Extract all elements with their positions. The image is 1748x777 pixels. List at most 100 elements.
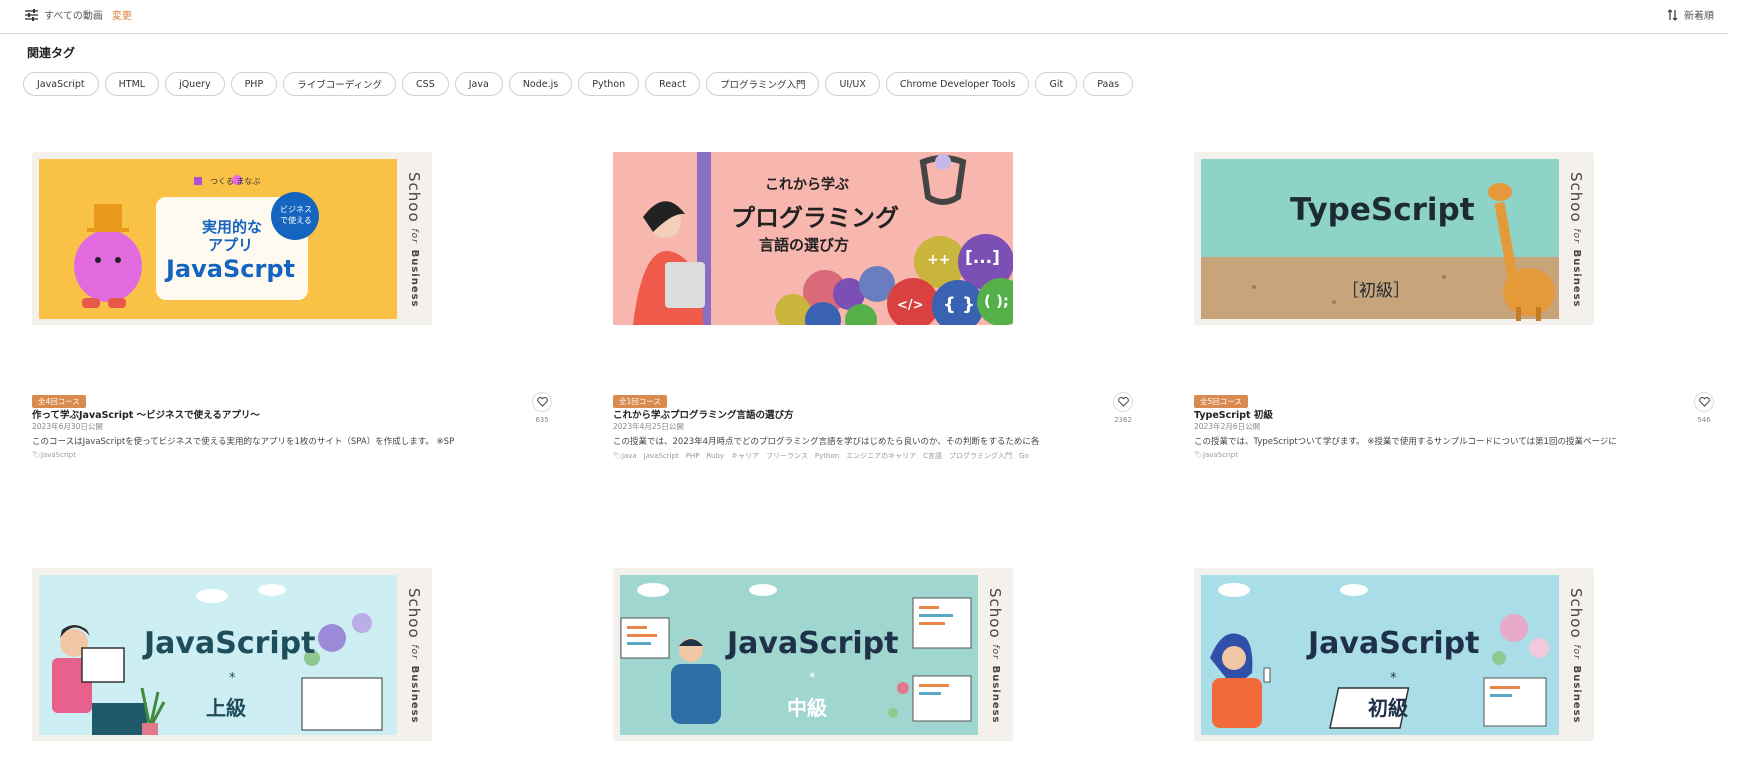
thumbnail-line: JavaScrpt: [166, 255, 295, 283]
sort-control[interactable]: 新着順: [1667, 7, 1714, 22]
thumbnail-line: ［初級］: [1342, 281, 1410, 301]
course-card[interactable]: JavaScript * 中級 Schoo for Business: [613, 568, 1153, 743]
course-date: 2023年4月25日公開: [613, 422, 684, 431]
bubble-text: ビジネス: [280, 205, 312, 214]
tag-chip[interactable]: React: [645, 72, 700, 96]
code-bubble: [...]: [965, 248, 1000, 268]
schoo-for: for: [990, 644, 1000, 660]
tag-chip[interactable]: PHP: [230, 72, 278, 96]
schoo-logo: Schoo for Business: [986, 588, 1004, 724]
like-count: 2362: [1114, 416, 1132, 424]
course-card[interactable]: JavaScript * 初級 Schoo for Business: [1194, 568, 1734, 743]
sort-icon: [1667, 8, 1678, 21]
course-description: この授業では、2023年4月時点でどのプログラミング言語を学びはじめたら良いのか…: [613, 437, 1040, 447]
thumbnail-line: これから学ぶ: [765, 177, 849, 193]
like-button[interactable]: [532, 392, 552, 412]
schoo-wordmark: Schoo: [405, 172, 423, 223]
course-card[interactable]: JavaScript * 上級 Schoo for Business: [32, 568, 572, 743]
course-thumbnail[interactable]: これから学ぶ プログラミング 言語の選び方 ++ [...] </> { } (…: [613, 152, 1013, 325]
tag-chip[interactable]: Chrome Developer Tools: [885, 72, 1030, 96]
like-button[interactable]: [1694, 392, 1714, 412]
tag-chip[interactable]: JavaScript: [23, 72, 99, 96]
course-thumbnail[interactable]: つくる まなぶ 実用的な アプリ JavaScrpt ビジネス で使える Sch…: [32, 152, 432, 325]
tag-chip[interactable]: Python: [578, 72, 640, 96]
schoo-business: Business: [1571, 665, 1582, 724]
code-bubble: { }: [943, 294, 975, 315]
heart-icon: [536, 397, 548, 407]
thumbnail-line: 中級: [787, 696, 827, 720]
filter-label: すべての動画: [44, 11, 103, 22]
course-card[interactable]: TypeScript ［初級］ Schoo for Business 全5回コー…: [1194, 152, 1734, 472]
schoo-logo: Schoo for Business: [405, 172, 423, 308]
course-thumbnail[interactable]: JavaScript * 中級 Schoo for Business: [613, 568, 1013, 741]
tag-chip[interactable]: UI/UX: [825, 72, 880, 96]
thumbnail-line: JavaScript: [1308, 626, 1480, 661]
thumbnail-line: JavaScript: [144, 626, 316, 661]
heart-icon: [1117, 397, 1129, 407]
course-thumbnail[interactable]: JavaScript * 初級 Schoo for Business: [1194, 568, 1594, 741]
schoo-logo: Schoo for Business: [1567, 172, 1585, 308]
course-tags-text: Java JavaScript PHP Ruby キャリア フリーランス Pyt…: [621, 452, 1029, 460]
tag-list: JavaScript HTML jQuery PHP ライブコーディング CSS…: [23, 72, 1134, 96]
like-count: 635: [535, 416, 549, 424]
schoo-business: Business: [1571, 249, 1582, 308]
tag-chip[interactable]: Paas: [1083, 72, 1134, 96]
thumbnail-line: アプリ: [208, 236, 254, 254]
thumbnail-line: TypeScript: [1290, 192, 1475, 228]
tag-chip[interactable]: jQuery: [165, 72, 225, 96]
thumbnail-line: プログラミング: [731, 204, 899, 232]
tag-chip[interactable]: Git: [1035, 72, 1078, 96]
tag-chip[interactable]: プログラミング入門: [705, 72, 820, 96]
schoo-for: for: [1571, 644, 1581, 660]
thumbnail-line: 言語の選び方: [759, 236, 850, 254]
schoo-for: for: [409, 228, 419, 244]
course-description: この授業では、TypeScriptついて学びます。 ※授業で使用するサンプルコー…: [1194, 437, 1617, 447]
tag-chip[interactable]: ライブコーディング: [283, 72, 397, 96]
schoo-logo: Schoo for Business: [405, 588, 423, 724]
course-thumbnail[interactable]: TypeScript ［初級］ Schoo for Business: [1194, 152, 1594, 325]
like-count: 546: [1697, 416, 1711, 424]
thumbnail-line: 上級: [206, 696, 246, 720]
related-tags-heading: 関連タグ: [27, 46, 76, 60]
schoo-business: Business: [409, 249, 420, 308]
course-card[interactable]: つくる まなぶ 実用的な アプリ JavaScrpt ビジネス で使える Sch…: [32, 152, 572, 472]
course-title[interactable]: 作って学ぶJavaScript ～ビジネスで使えるアプリ～: [32, 407, 260, 421]
course-description: このコースはJavaScriptを使ってビジネスで使える実用的なアプリを1枚のサ…: [32, 437, 455, 447]
course-thumbnail[interactable]: JavaScript * 上級 Schoo for Business: [32, 568, 432, 741]
code-bubble: </>: [897, 298, 924, 313]
tag-chip[interactable]: Node.js: [508, 72, 573, 96]
course-tags-text: JavaScript: [1202, 451, 1238, 459]
thumbnail-brand: つくる まなぶ: [210, 177, 261, 186]
tag-chip[interactable]: Java: [454, 72, 503, 96]
filter-change-link[interactable]: 変更: [112, 7, 132, 22]
code-bubble: ++: [927, 252, 951, 268]
course-tags-text: JavaScript: [40, 451, 76, 459]
schoo-wordmark: Schoo: [1567, 172, 1585, 223]
schoo-for: for: [1571, 228, 1581, 244]
filter-icon: [25, 8, 38, 21]
schoo-wordmark: Schoo: [1567, 588, 1585, 639]
course-tags: 🏷Java JavaScript PHP Ruby キャリア フリーランス Py…: [613, 452, 1029, 460]
schoo-business: Business: [990, 665, 1001, 724]
tag-chip[interactable]: HTML: [104, 72, 160, 96]
thumbnail-star: *: [229, 671, 236, 686]
course-title[interactable]: TypeScript 初級: [1194, 407, 1273, 421]
filter-control[interactable]: すべての動画 変更: [25, 7, 132, 22]
schoo-wordmark: Schoo: [986, 588, 1004, 639]
schoo-logo: Schoo for Business: [1567, 588, 1585, 724]
sort-label: 新着順: [1684, 11, 1714, 22]
thumbnail-star: *: [809, 671, 816, 686]
thumbnail-star: *: [1390, 671, 1397, 686]
course-card[interactable]: これから学ぶ プログラミング 言語の選び方 ++ [...] </> { } (…: [613, 152, 1153, 472]
top-bar: すべての動画 変更 新着順: [0, 0, 1728, 34]
like-button[interactable]: [1113, 392, 1133, 412]
course-tags: 🏷JavaScript: [32, 451, 76, 459]
course-title[interactable]: これから学ぶプログラミング言語の選び方: [613, 407, 794, 421]
thumbnail-bubble: ビジネス で使える: [280, 204, 312, 226]
bubble-text: で使える: [280, 216, 312, 225]
course-date: 2023年6月30日公開: [32, 422, 103, 431]
thumbnail-line: JavaScript: [727, 626, 899, 661]
course-date: 2023年2月6日公開: [1194, 422, 1261, 431]
thumbnail-line: 初級: [1368, 696, 1408, 720]
tag-chip[interactable]: CSS: [402, 72, 449, 96]
